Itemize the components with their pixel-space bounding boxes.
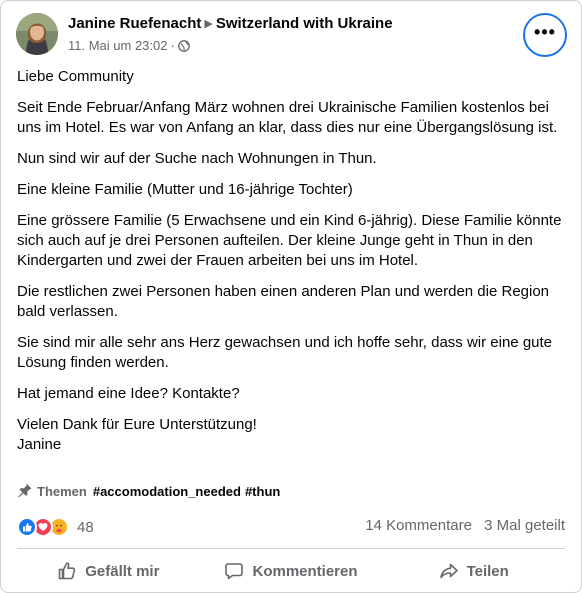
caret-right-icon: ▶ [204,18,213,30]
comments-count[interactable]: 14 Kommentare [365,517,472,534]
more-options-icon: ••• [534,22,556,42]
divider [17,548,565,549]
post-paragraph: Die restlichen zwei Personen haben einen… [17,283,550,320]
avatar[interactable] [16,13,58,55]
thumbs-up-icon [58,562,76,580]
topic-tag[interactable]: #accomodation_needed [93,484,241,499]
like-button[interactable]: Gefällt mir [17,553,200,589]
author-line: Janine Ruefenacht ▶ Switzerland with Ukrai… [68,15,393,32]
post-paragraph: Hat jemand eine Idee? Kontakte? [17,385,240,402]
topic-tag[interactable]: #thun [245,484,280,499]
comment-button[interactable]: Kommentieren [200,553,383,589]
post-paragraph: Liebe Community [17,68,134,85]
post-card: Janine Ruefenacht ▶ Switzerland with Ukrai… [0,0,582,593]
like-reaction-icon [17,517,37,537]
comment-label: Kommentieren [252,562,358,580]
shares-count[interactable]: 3 Mal geteilt [484,517,565,534]
post-timestamp[interactable]: 11. Mai um 23:02 [68,38,167,53]
reactions-summary[interactable]: 48 [17,517,94,537]
share-icon [439,563,458,579]
pin-icon [17,482,33,501]
post-paragraph: Eine kleine Familie (Mutter und 16-jähri… [17,181,353,198]
topics-label: Themen [37,484,87,499]
post-paragraph: Vielen Dank für Eure Unterstützung! Jani… [17,416,257,453]
post-meta: 11. Mai um 23:02 · [68,38,190,55]
engagement-counts: 14 Kommentare 3 Mal geteilt [357,517,565,534]
group-name[interactable]: Switzerland with Ukraine [216,15,393,32]
post-paragraph: Eine grössere Familie (5 Erwachsene und … [17,212,562,269]
post-paragraph: Nun sind wir auf der Suche nach Wohnunge… [17,150,377,167]
author-name[interactable]: Janine Ruefenacht [68,15,201,32]
topics-row: Themen #accomodation_needed #thun [17,482,284,501]
post-paragraph: Seit Ende Februar/Anfang März wohnen dre… [17,99,558,136]
action-bar: Gefällt mir Kommentieren Teilen [17,553,565,589]
reaction-count: 48 [77,518,94,536]
meta-separator: · [170,38,175,53]
post-paragraph: Sie sind mir alle sehr ans Herz gewachse… [17,334,553,371]
post-body: Liebe Community Seit Ende Februar/Anfang… [17,67,567,466]
globe-icon[interactable] [177,40,190,55]
share-button[interactable]: Teilen [382,553,565,589]
comment-icon [225,563,244,580]
reaction-icons [17,517,69,537]
like-label: Gefällt mir [85,562,160,580]
post-header: Janine Ruefenacht ▶ Switzerland with Ukrai… [16,13,567,57]
share-label: Teilen [466,562,509,580]
more-options-button[interactable]: ••• [523,13,567,57]
